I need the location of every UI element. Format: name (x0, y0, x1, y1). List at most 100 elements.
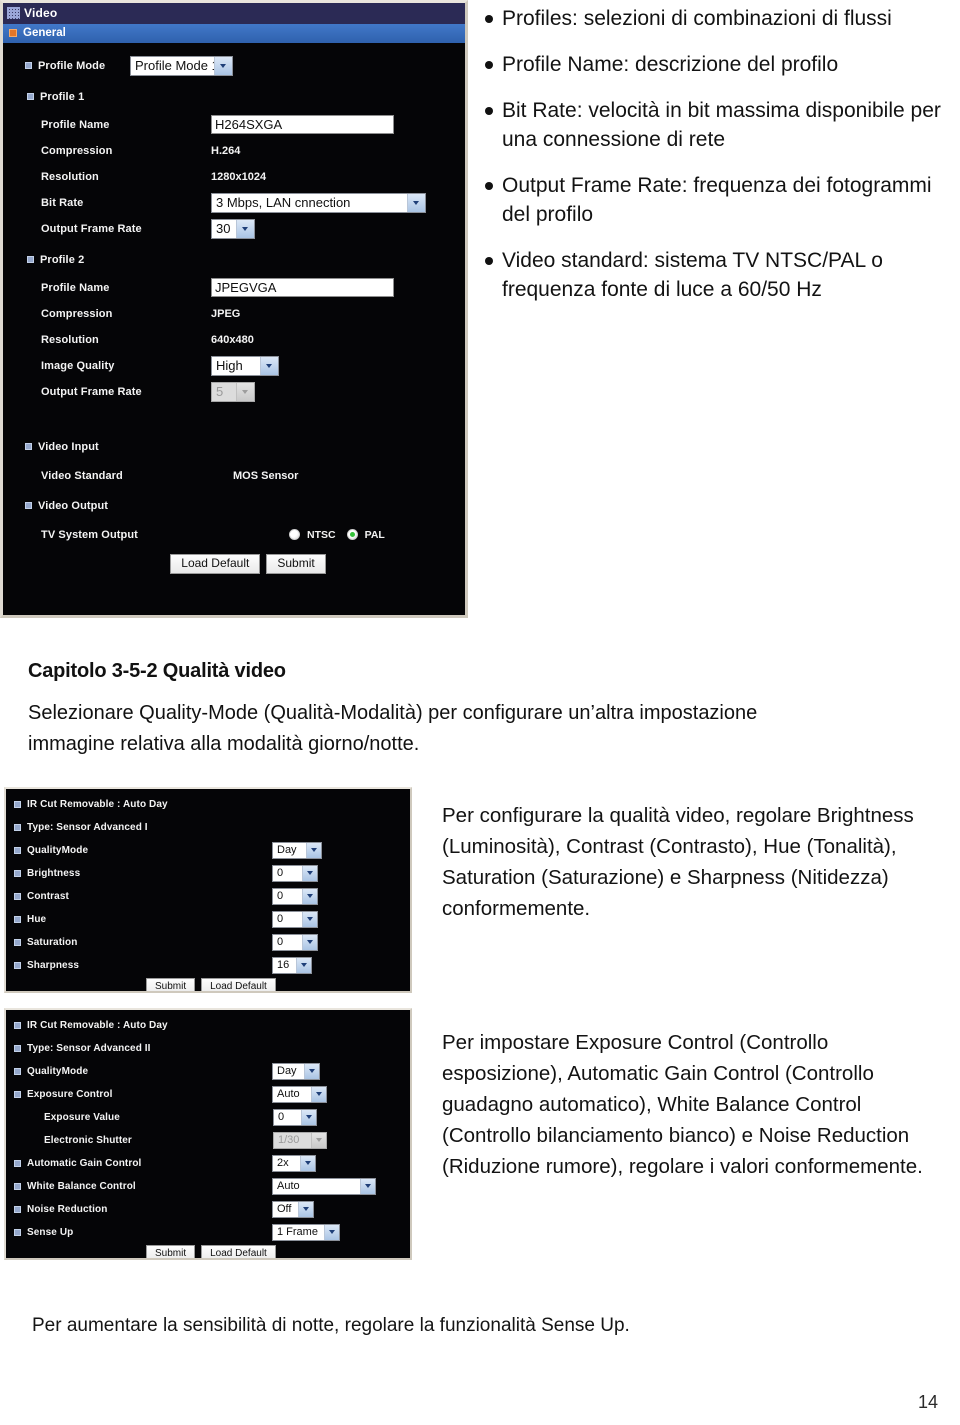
row-profile-mode: Profile Mode Profile Mode 1 (13, 55, 455, 76)
chevron-down-icon[interactable] (302, 934, 317, 950)
white-balance-control-dropdown[interactable]: Auto (272, 1177, 376, 1195)
nav-item-general[interactable]: General (3, 24, 465, 43)
quality-mode-dropdown[interactable]: Day (272, 841, 322, 859)
row-automatic-gain-control: Automatic Gain Control 2x (14, 1154, 400, 1172)
bullet-list: Profiles: selezioni di combinazioni di f… (485, 4, 945, 321)
list-item-text: Profile Name: descrizione del profilo (502, 53, 839, 76)
submit-button[interactable]: Submit (146, 978, 196, 991)
electronic-shutter-dropdown[interactable]: 1/30 (273, 1131, 327, 1149)
saturation-label: Saturation (27, 936, 78, 948)
chevron-down-icon[interactable] (301, 1109, 316, 1125)
row-noise-reduction: Noise Reduction Off (14, 1200, 400, 1218)
nav-item-general-label: General (23, 27, 66, 39)
profile1-bitrate-dropdown[interactable]: 3 Mbps, LAN cnnection (211, 192, 426, 213)
chevron-down-icon[interactable] (311, 1086, 326, 1102)
chevron-down-icon[interactable] (302, 911, 317, 927)
sharpness-dropdown[interactable]: 16 (272, 956, 312, 974)
row-quality-mode: QualityMode Day (14, 841, 400, 859)
chevron-down-icon[interactable] (214, 56, 232, 75)
saturation-value: 0 (277, 936, 284, 948)
chevron-down-icon[interactable] (302, 865, 317, 881)
chevron-down-icon[interactable] (324, 1224, 339, 1240)
exposure-value-dropdown[interactable]: 0 (273, 1108, 317, 1126)
quality-mode-value: Day (277, 1065, 297, 1077)
sharpness-label: Sharpness (27, 959, 80, 971)
profile2-resolution-value: 640x480 (211, 333, 254, 346)
group-profile-2-label: Profile 2 (40, 253, 85, 266)
row-profile2-name: Profile Name JPEGVGA (41, 277, 455, 298)
hue-value: 0 (277, 913, 284, 925)
saturation-dropdown[interactable]: 0 (272, 933, 318, 951)
page-number: 14 (917, 1392, 938, 1412)
row-sensor-type: Type: Sensor Advanced I (14, 819, 400, 835)
chevron-down-icon[interactable] (236, 382, 254, 401)
blue-square-icon (14, 1021, 21, 1029)
group-profile-2: Profile 2 (27, 249, 455, 270)
load-default-button[interactable]: Load Default (170, 554, 261, 574)
blue-square-icon (14, 1067, 21, 1075)
profile1-name-input[interactable]: H264SXGA (211, 115, 394, 134)
group-profile-1: Profile 1 (27, 86, 455, 107)
bullet-dot-icon (485, 107, 493, 115)
panel-titlebar: Video (3, 3, 465, 24)
chevron-down-icon[interactable] (296, 957, 311, 973)
chevron-down-icon[interactable] (311, 1132, 326, 1148)
exposure-control-dropdown[interactable]: Auto (272, 1085, 327, 1103)
video-panel-body: Profile Mode Profile Mode 1 Profile 1 Pr… (3, 43, 465, 580)
brightness-dropdown[interactable]: 0 (272, 864, 318, 882)
exposure-settings-panel: IR Cut Removable : Auto Day Type: Sensor… (4, 1008, 412, 1260)
profile-mode-dropdown[interactable]: Profile Mode 1 (130, 55, 233, 76)
video-settings-panel: Video General Profile Mode Profile Mode … (0, 0, 468, 618)
chevron-down-icon[interactable] (407, 193, 425, 212)
blue-square-icon (27, 93, 34, 100)
group-video-input: Video Input (25, 436, 455, 457)
hue-dropdown[interactable]: 0 (272, 910, 318, 928)
chevron-down-icon[interactable] (236, 219, 254, 238)
row-sharpness: Sharpness 16 (14, 956, 400, 974)
blue-square-icon (14, 800, 21, 808)
hue-label: Hue (27, 913, 47, 925)
sense-up-dropdown[interactable]: 1 Frame (272, 1223, 340, 1241)
automatic-gain-control-dropdown[interactable]: 2x (272, 1154, 316, 1172)
chevron-down-icon[interactable] (298, 1201, 313, 1217)
profile1-compression-value: H.264 (211, 144, 241, 157)
quality-mode-dropdown[interactable]: Day (272, 1062, 320, 1080)
radio-ntsc[interactable] (289, 529, 300, 540)
sharpness-value: 16 (277, 959, 290, 971)
load-default-button[interactable]: Load Default (201, 1245, 276, 1258)
bullet-dot-icon (485, 61, 493, 69)
profile1-resolution-value: 1280x1024 (211, 170, 267, 183)
chevron-down-icon[interactable] (304, 1063, 319, 1079)
profile1-compression-label: Compression (41, 144, 113, 157)
profile2-framerate-label: Output Frame Rate (41, 385, 142, 398)
load-default-button[interactable]: Load Default (201, 978, 276, 991)
radio-pal[interactable] (346, 529, 358, 540)
profile1-framerate-dropdown[interactable]: 30 (211, 218, 255, 239)
profile1-bitrate-value: 3 Mbps, LAN cnnection (216, 195, 351, 210)
submit-button[interactable]: Submit (266, 554, 326, 574)
profile2-imagequality-dropdown[interactable]: High (211, 355, 279, 376)
quality-mode-label: QualityMode (27, 1065, 89, 1077)
chevron-down-icon[interactable] (300, 1155, 315, 1171)
chevron-down-icon[interactable] (360, 1178, 375, 1194)
chevron-down-icon[interactable] (306, 842, 321, 858)
submit-button[interactable]: Submit (146, 1245, 196, 1258)
chapter-paragraph: Selezionare Quality-Mode (Qualità-Modali… (28, 702, 758, 755)
contrast-dropdown[interactable]: 0 (272, 887, 318, 905)
tv-system-output-label: TV System Output (41, 528, 138, 541)
ir-cut-removable-label: IR Cut Removable : Auto Day (27, 1019, 168, 1031)
quality-settings-panel: IR Cut Removable : Auto Day Type: Sensor… (4, 787, 412, 993)
blue-square-icon (27, 256, 34, 263)
profile2-framerate-dropdown[interactable]: 5 (211, 381, 255, 402)
blue-square-icon (14, 1159, 21, 1167)
noise-reduction-dropdown[interactable]: Off (272, 1200, 314, 1218)
chevron-down-icon[interactable] (302, 888, 317, 904)
list-item-text: Profiles: selezioni di combinazioni di f… (502, 7, 892, 30)
list-item: Bit Rate: velocità in bit massima dispon… (485, 96, 945, 154)
row-profile2-compression: Compression JPEG (41, 303, 455, 324)
blue-square-icon (14, 961, 21, 969)
quality-panel-buttons: Submit Load Default (14, 978, 400, 991)
profile2-name-input[interactable]: JPEGVGA (211, 278, 394, 297)
chevron-down-icon[interactable] (260, 356, 278, 375)
blue-square-icon (14, 938, 21, 946)
